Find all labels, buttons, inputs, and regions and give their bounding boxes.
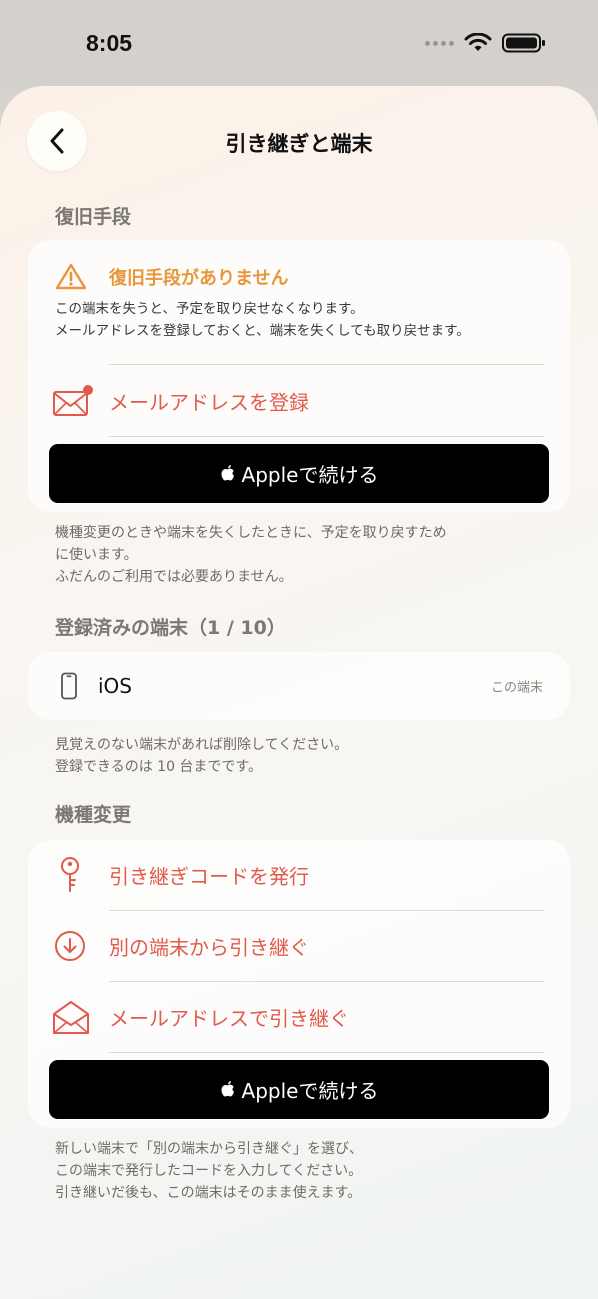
recovery-footnote: 機種変更のときや端末を失くしたときに、予定を取り戻すため に使います。 ふだんの… [55, 522, 555, 588]
footnote-line: 登録できるのは 10 台までです。 [55, 759, 263, 775]
divider [109, 1052, 544, 1053]
migration-footnote: 新しい端末で「別の端末から引き継ぐ」を選び、 この端末で発行したコードを入力して… [55, 1138, 555, 1204]
apple-logo-icon [221, 465, 234, 481]
transfer-by-email-row[interactable]: メールアドレスで引き継ぐ [28, 982, 570, 1052]
key-icon [61, 857, 79, 892]
mail-badge-icon [53, 385, 93, 416]
register-email-label: メールアドレスを登録 [109, 390, 309, 415]
transfer-from-device-label: 別の端末から引き継ぐ [109, 935, 309, 960]
divider [109, 436, 544, 437]
section-header-recovery: 復旧手段 [55, 206, 132, 228]
divider [109, 364, 544, 365]
status-icons [425, 33, 546, 53]
devices-footnote: 見覚えのない端末があれば削除してください。 登録できるのは 10 台までです。 [55, 734, 555, 778]
footnote-line: に使います。 [55, 547, 138, 563]
apple-button-label: Appleで続ける [241, 463, 379, 487]
footnote-line: 見覚えのない端末があれば削除してください。 [55, 737, 349, 753]
envelope-open-icon [53, 1001, 89, 1034]
signal-icon [425, 40, 454, 46]
battery-icon [502, 33, 545, 53]
footnote-line: 機種変更のときや端末を失くしたときに、予定を取り戻すため [55, 525, 447, 541]
section-header-devices: 登録済みの端末（1 / 10） [55, 617, 286, 639]
warning-triangle-icon [55, 263, 87, 290]
footnote-line: 引き継いだ後も、この端末はそのまま使えます。 [55, 1185, 362, 1201]
warning-line: メールアドレスを登録しておくと、端末を失くしても取り戻せます。 [55, 323, 470, 339]
status-bar: 8:05 [0, 0, 598, 86]
apple-continue-button[interactable]: Appleで続ける [49, 1060, 549, 1119]
warning-title: 復旧手段がありません [109, 268, 289, 289]
sheet: 引き継ぎと端末 復旧手段 復旧手段がありません この端末を失うと、予定を取り戻せ… [0, 86, 598, 1299]
transfer-by-email-label: メールアドレスで引き継ぐ [109, 1006, 349, 1031]
apple-button-label: Appleで続ける [241, 1079, 379, 1103]
device-name: iOS [98, 674, 132, 698]
device-tag: この端末 [490, 680, 543, 696]
devices-card: iOS この端末 [28, 652, 570, 720]
warning-line: この端末を失うと、予定を取り戻せなくなります。 [55, 301, 364, 317]
footnote-line: ふだんのご利用では必要ありません。 [55, 569, 293, 585]
migration-card: 引き継ぎコードを発行 別の端末から引き継ぐ メールアドレスで引き継ぐ Apple… [28, 840, 570, 1128]
page-title: 引き継ぎと端末 [225, 132, 373, 156]
register-email-row[interactable]: メールアドレスを登録 [28, 366, 570, 436]
wifi-icon [464, 33, 492, 51]
apple-logo-icon [221, 1081, 234, 1097]
nav-bar: 引き継ぎと端末 [0, 86, 598, 186]
transfer-from-device-row[interactable]: 別の端末から引き継ぐ [28, 911, 570, 981]
section-header-migration: 機種変更 [55, 804, 132, 826]
device-row[interactable]: iOS この端末 [28, 652, 570, 720]
phone-icon [61, 672, 77, 700]
download-circle-icon [55, 931, 85, 961]
status-time: 8:05 [86, 30, 133, 56]
issue-code-row[interactable]: 引き継ぎコードを発行 [28, 840, 570, 910]
footnote-line: この端末で発行したコードを入力してください。 [55, 1163, 363, 1179]
issue-code-label: 引き継ぎコードを発行 [109, 864, 309, 889]
warning-description: この端末を失うと、予定を取り戻せなくなります。 メールアドレスを登録しておくと、… [55, 298, 555, 342]
recovery-card: 復旧手段がありません この端末を失うと、予定を取り戻せなくなります。 メールアド… [28, 240, 570, 512]
apple-continue-button[interactable]: Appleで続ける [49, 444, 549, 503]
footnote-line: 新しい端末で「別の端末から引き継ぐ」を選び、 [55, 1141, 363, 1157]
